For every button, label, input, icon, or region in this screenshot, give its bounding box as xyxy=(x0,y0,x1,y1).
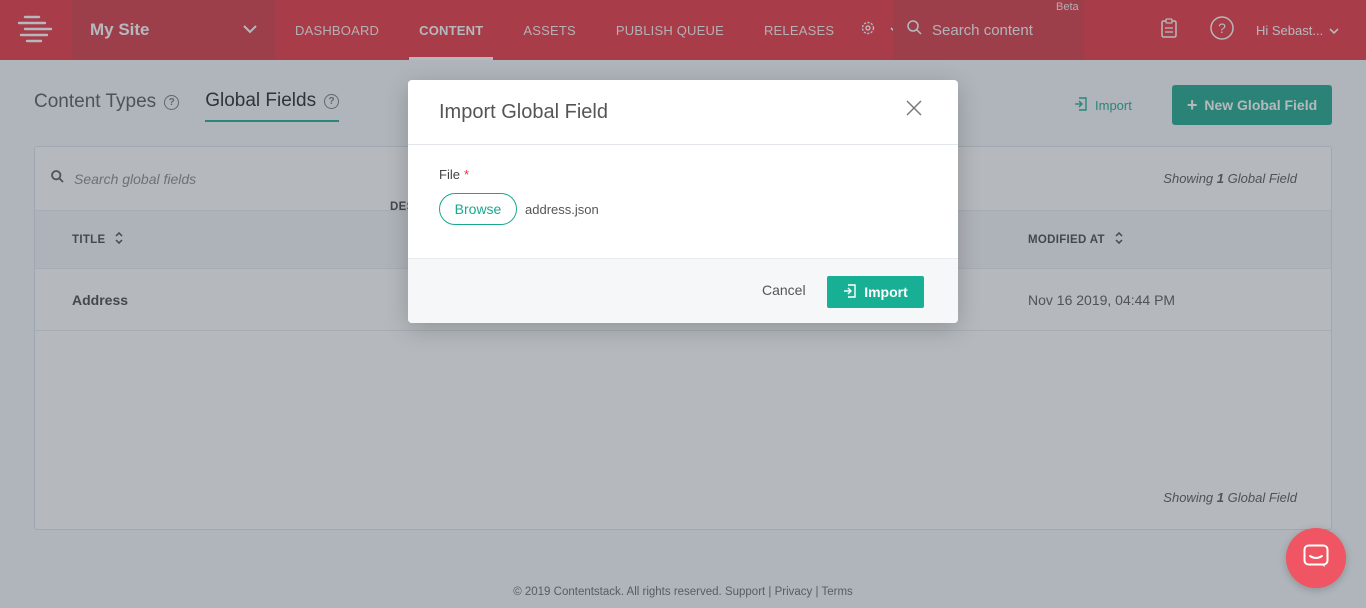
import-global-field-modal: Import Global Field File * Browse addres… xyxy=(408,80,958,323)
import-button[interactable]: Import xyxy=(827,276,924,308)
required-marker: * xyxy=(463,167,470,182)
modal-header: Import Global Field xyxy=(408,80,958,145)
modal-body: File * Browse address.json xyxy=(408,145,958,258)
modal-title: Import Global Field xyxy=(439,100,608,123)
modal-footer: Cancel Import xyxy=(408,258,958,323)
selected-file-name: address.json xyxy=(525,201,599,217)
browse-button[interactable]: Browse xyxy=(439,193,517,225)
import-icon xyxy=(843,283,857,301)
file-label-text: File xyxy=(439,167,460,182)
file-field-label: File * xyxy=(439,167,927,182)
close-icon[interactable] xyxy=(906,100,928,122)
chat-launcher-button[interactable] xyxy=(1286,528,1346,588)
cancel-button[interactable]: Cancel xyxy=(762,282,806,298)
file-picker: Browse address.json xyxy=(439,193,927,225)
import-button-label: Import xyxy=(864,284,908,300)
chat-icon xyxy=(1303,544,1329,573)
